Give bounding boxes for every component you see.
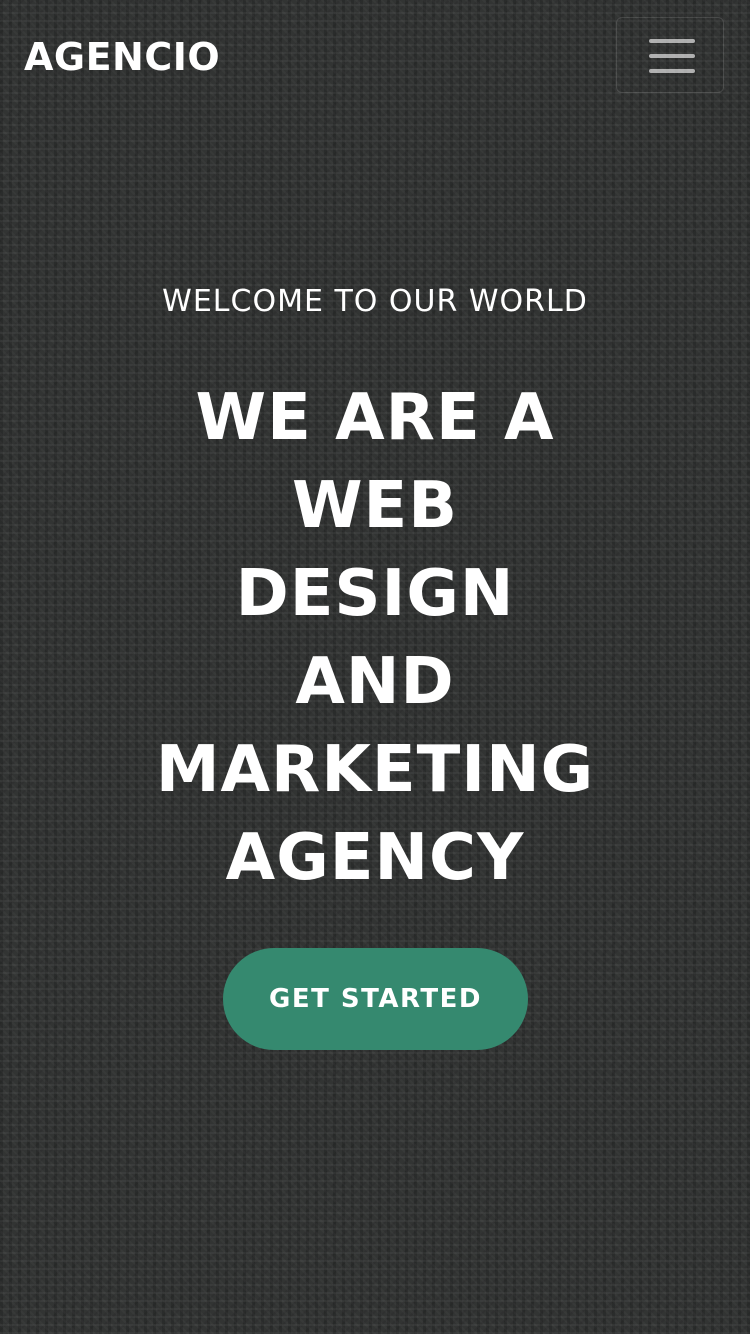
hero-title-line: AGENCY: [225, 821, 525, 895]
brand-logo[interactable]: AGENCIO: [24, 34, 220, 80]
hero-eyebrow: WELCOME TO OUR WORLD: [162, 284, 588, 319]
get-started-button[interactable]: GET STARTED: [223, 948, 528, 1050]
hero-title-line: MARKETING: [155, 733, 595, 807]
hamburger-menu-icon-bar: [649, 54, 695, 58]
hero-title-line: WEB: [291, 469, 459, 543]
hamburger-menu-icon-bar: [649, 69, 695, 73]
hero-title-line: WE ARE A: [195, 381, 555, 455]
hero-title: WE ARE A WEB DESIGN AND MARKETING AGENCY: [150, 374, 600, 902]
hero-title-line: AND: [295, 645, 455, 719]
hamburger-menu-icon: [649, 39, 695, 43]
menu-toggle-button[interactable]: [616, 17, 724, 93]
hero-title-line: DESIGN: [235, 557, 515, 631]
navbar: AGENCIO: [0, 0, 750, 110]
